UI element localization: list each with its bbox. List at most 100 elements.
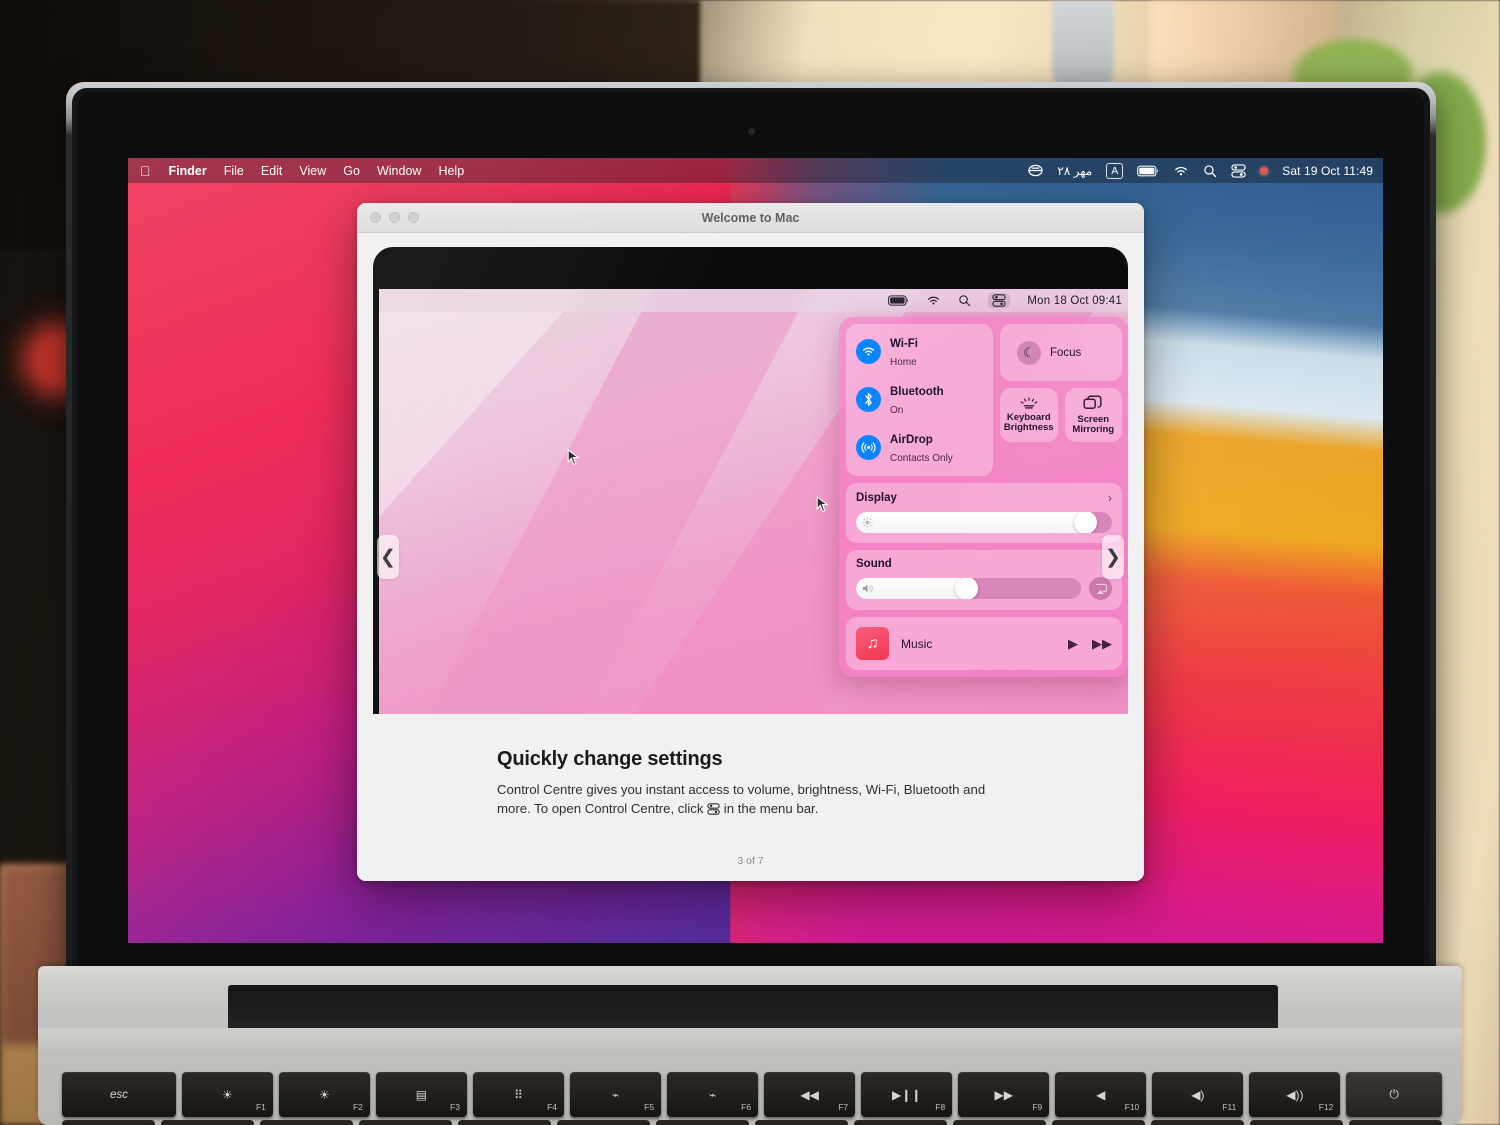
mute-icon: ◀	[1096, 1087, 1106, 1102]
bluetooth-toggle[interactable]: Bluetooth On	[856, 382, 983, 418]
key-mission-control[interactable]: ▤ F3	[375, 1072, 467, 1117]
key-keyboard-backlight-up[interactable]: ⌁ F6	[667, 1072, 759, 1117]
key-fast-forward[interactable]: ▶▶ F9	[958, 1072, 1050, 1117]
volume-slider-knob[interactable]	[954, 578, 978, 600]
control-centre-panel[interactable]: Wi-Fi Home Bluetooth On AirDrop Contacts…	[839, 317, 1128, 678]
menu-bar-clock[interactable]: Sat 19 Oct 11:49	[1282, 164, 1373, 178]
menu-item-help[interactable]: Help	[438, 164, 464, 178]
key[interactable]	[1052, 1120, 1145, 1125]
menu-item-view[interactable]: View	[299, 164, 326, 178]
key-fn-label: F7	[838, 1102, 849, 1112]
volume-slider[interactable]	[856, 578, 1081, 600]
key-fn-label: F3	[450, 1102, 460, 1112]
play-pause-icon: ▶❙❙	[891, 1087, 922, 1102]
page-indicator: 3 of 7	[737, 855, 764, 867]
key[interactable]	[260, 1120, 353, 1125]
control-centre-icon	[707, 802, 720, 815]
menu-item-file[interactable]: File	[224, 164, 244, 178]
key-esc[interactable]: esc	[62, 1072, 176, 1117]
airdrop-icon	[856, 435, 881, 461]
keyboard-brightness-button[interactable]: Keyboard Brightness	[999, 388, 1058, 442]
key[interactable]	[1250, 1120, 1343, 1125]
play-icon[interactable]: ▶	[1068, 636, 1078, 652]
key-volume-down[interactable]: ◀) F11	[1152, 1072, 1244, 1117]
key[interactable]	[1151, 1120, 1244, 1125]
next-page-button[interactable]: ❯	[1102, 535, 1124, 579]
keyboard-brightness-label-line2: Brightness	[1003, 422, 1054, 433]
key-power[interactable]: ⏻	[1346, 1072, 1442, 1117]
macbook-pro:  Finder File Edit View Go Window Help ۲…	[0, 0, 1500, 1125]
battery-icon[interactable]	[1137, 165, 1159, 177]
mac-mockup-screen: Mon 18 Oct 09:41 Wi-Fi Home Bluetooth On…	[379, 289, 1128, 714]
menu-item-go[interactable]: Go	[343, 164, 360, 178]
key-volume-up[interactable]: ◀)) F12	[1249, 1072, 1341, 1117]
battery-icon	[888, 295, 909, 306]
menu-item-edit[interactable]: Edit	[261, 164, 283, 178]
focus-button[interactable]: ☾ Focus	[999, 324, 1122, 381]
key-keyboard-backlight-down[interactable]: ⌁ F5	[570, 1072, 662, 1117]
number-key-row[interactable]	[62, 1120, 1442, 1125]
screen-mirroring-label-line2: Mirroring	[1072, 424, 1115, 435]
key[interactable]	[755, 1120, 848, 1125]
key-rewind[interactable]: ◀◀ F7	[764, 1072, 856, 1117]
brightness-slider-knob[interactable]	[1074, 512, 1098, 534]
rewind-icon: ◀◀	[800, 1087, 819, 1102]
key[interactable]	[1349, 1120, 1442, 1125]
menu-item-finder[interactable]: Finder	[169, 164, 207, 178]
power-icon: ⏻	[1389, 1087, 1399, 1101]
music-module[interactable]: ♫ Music ▶ ▶▶	[846, 617, 1122, 671]
red-dot-icon[interactable]	[1260, 166, 1269, 175]
key[interactable]	[62, 1120, 155, 1125]
apple-menu-icon[interactable]: 	[140, 164, 151, 178]
key-brightness-down[interactable]: ☀ F1	[181, 1072, 273, 1117]
music-note-icon: ♫	[856, 627, 889, 661]
mockup-clock: Mon 18 Oct 09:41	[1027, 294, 1122, 307]
airdrop-toggle[interactable]: AirDrop Contacts Only	[856, 430, 983, 466]
brightness-slider[interactable]	[856, 512, 1112, 534]
sound-module[interactable]: Sound	[846, 550, 1122, 611]
screen-mirroring-button[interactable]: Screen Mirroring	[1064, 388, 1123, 442]
laptop-hinge	[228, 985, 1278, 1030]
control-centre-icon	[988, 293, 1011, 308]
control-centre-icon[interactable]	[1231, 163, 1246, 178]
function-key-row[interactable]: esc ☀ F1 ☀ F2 ▤ F3 ⠿ F4 ⌁ F5 ⌁ F6 ◀◀ F7 ▶❙❙ F8 ▶▶ F9 ◀ F10 ◀)…	[62, 1072, 1442, 1117]
chevron-right-icon[interactable]: ›	[1108, 491, 1112, 505]
key-mute[interactable]: ◀ F10	[1055, 1072, 1147, 1117]
previous-page-button[interactable]: ❮	[377, 535, 399, 579]
key-launchpad[interactable]: ⠿ F4	[472, 1072, 564, 1117]
wifi-icon[interactable]	[1173, 165, 1189, 177]
macos-menu-bar[interactable]:  Finder File Edit View Go Window Help ۲…	[128, 158, 1383, 183]
key-fn-label: F5	[644, 1102, 655, 1112]
keyboard-backlight-up-icon: ⌁	[708, 1087, 717, 1102]
search-icon[interactable]	[1203, 164, 1217, 178]
key-brightness-up[interactable]: ☀ F2	[278, 1072, 370, 1117]
connectivity-card[interactable]: Wi-Fi Home Bluetooth On AirDrop Contacts…	[846, 324, 993, 477]
key-fn-label: F10	[1124, 1102, 1140, 1112]
control-centre-right-column: ☾ Focus Keyboard Brightness Screen Mirro…	[999, 324, 1123, 476]
window-title-bar[interactable]: Welcome to Mac	[357, 203, 1144, 233]
music-label: Music	[901, 636, 933, 651]
welcome-to-mac-window[interactable]: Welcome to Mac Mon 18 Oct 09:41 Wi-Fi Ho…	[357, 203, 1144, 881]
mission-control-icon: ▤	[415, 1087, 428, 1102]
ime-status-icon[interactable]	[1028, 163, 1044, 178]
key[interactable]	[557, 1120, 650, 1125]
airplay-icon[interactable]	[1089, 577, 1112, 601]
display-module[interactable]: Display ›	[846, 483, 1122, 544]
key[interactable]	[161, 1120, 254, 1125]
key-play-pause[interactable]: ▶❙❙ F8	[861, 1072, 953, 1117]
control-centre-top-row: Wi-Fi Home Bluetooth On AirDrop Contacts…	[846, 324, 1123, 477]
key[interactable]	[359, 1120, 452, 1125]
input-source-badge[interactable]: A	[1106, 162, 1124, 179]
focus-label: Focus	[1049, 346, 1082, 359]
menu-item-window[interactable]: Window	[377, 164, 421, 178]
bluetooth-status: On	[890, 404, 904, 416]
key[interactable]	[458, 1120, 551, 1125]
fast-forward-icon[interactable]: ▶▶	[1092, 636, 1112, 652]
volume-up-icon: ◀))	[1286, 1087, 1304, 1102]
facetime-camera	[748, 128, 755, 135]
key[interactable]	[854, 1120, 947, 1125]
mouse-cursor-slider	[816, 496, 829, 513]
key[interactable]	[656, 1120, 749, 1125]
wifi-toggle[interactable]: Wi-Fi Home	[856, 334, 983, 370]
key[interactable]	[953, 1120, 1046, 1125]
